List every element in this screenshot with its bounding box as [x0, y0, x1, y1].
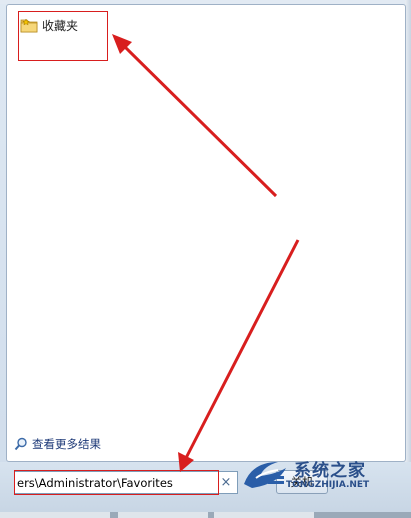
- shutdown-button[interactable]: 关机: [276, 470, 328, 494]
- taskbar-segment: [118, 512, 208, 518]
- magnifier-icon: [14, 437, 27, 451]
- taskbar-segment: [214, 512, 314, 518]
- search-results-panel: [6, 4, 406, 462]
- annotation-box-search: [14, 470, 219, 495]
- annotation-box-favorites: [18, 11, 108, 61]
- see-more-label: 查看更多结果: [32, 437, 101, 451]
- taskbar-segment: [0, 512, 110, 518]
- close-icon[interactable]: ×: [219, 475, 233, 490]
- see-more-results-link[interactable]: 查看更多结果: [14, 436, 101, 452]
